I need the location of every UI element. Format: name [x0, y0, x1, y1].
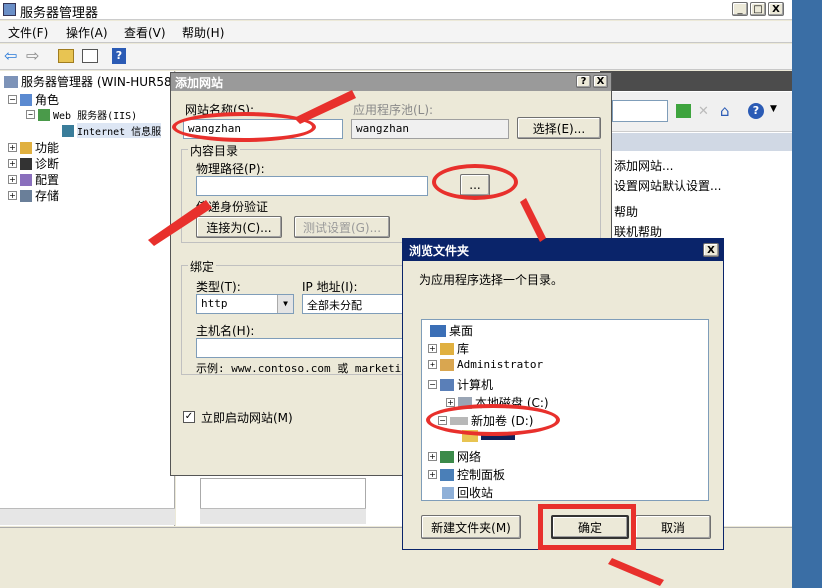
arrow-to-dialog — [520, 198, 546, 242]
arrow-to-physical-path — [148, 200, 212, 246]
arrow-to-site-name — [294, 90, 356, 124]
arrow-to-ok — [608, 558, 664, 586]
annotation-arrows — [148, 90, 664, 586]
